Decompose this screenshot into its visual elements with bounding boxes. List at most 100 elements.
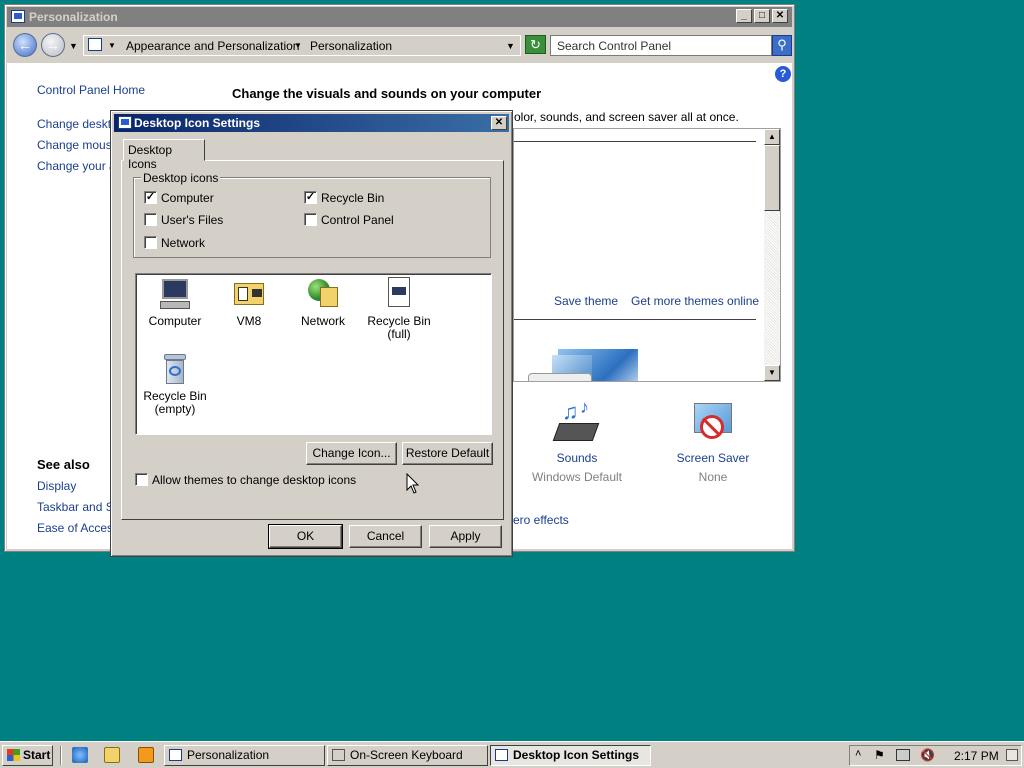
breadcrumb-appearance[interactable]: Appearance and Personalization — [126, 39, 299, 53]
scrollbar[interactable]: ▲ ▼ — [764, 129, 780, 381]
theme-thumbnail[interactable] — [528, 341, 638, 381]
breadcrumb-personalization[interactable]: Personalization — [310, 39, 392, 53]
control-panel-icon — [88, 38, 102, 51]
address-dropdown-icon[interactable]: ▼ — [506, 41, 515, 51]
task-on-screen-keyboard[interactable]: On-Screen Keyboard — [327, 745, 488, 766]
task-link-mouse[interactable]: Change mouse — [37, 138, 118, 152]
see-also-display[interactable]: Display — [37, 479, 76, 493]
sounds-icon: ♫ ♪ — [552, 397, 600, 447]
flag-icon[interactable]: ⚑ — [874, 748, 885, 762]
page-title: Change the visuals and sounds on your co… — [232, 86, 542, 101]
screen-saver-value: None — [698, 470, 728, 484]
get-more-themes-link[interactable]: Get more themes online — [631, 294, 759, 308]
allow-themes-checkbox[interactable] — [135, 473, 148, 486]
sounds-setting[interactable]: ♫ ♪ Sounds Windows Default — [529, 397, 625, 484]
internet-explorer-icon[interactable] — [72, 747, 88, 763]
start-button[interactable]: Start — [2, 745, 53, 766]
desktop-icon-settings-dialog: Desktop Icon Settings ✕ Desktop Icons De… — [110, 110, 513, 557]
icon-label: Network — [300, 314, 345, 328]
recycle-bin-checkbox-label[interactable]: Recycle Bin — [321, 191, 384, 205]
screen-saver-setting[interactable]: Screen Saver None — [665, 401, 761, 484]
control-panel-home-link[interactable]: Control Panel Home — [37, 83, 145, 97]
theme-list[interactable]: Save theme Get more themes online ▲ ▼ — [513, 128, 781, 382]
scroll-thumb[interactable] — [764, 145, 780, 211]
ok-button[interactable]: OK — [268, 524, 343, 549]
minimize-button[interactable]: _ — [736, 9, 752, 23]
forward-button[interactable]: → — [41, 33, 65, 57]
search-icon[interactable]: ⚲ — [772, 35, 792, 56]
breadcrumb[interactable]: ▼ Appearance and Personalization ▼ Perso… — [83, 35, 521, 56]
list-item[interactable]: VM8 — [210, 277, 288, 328]
address-bar: ← → ▼ ▼ Appearance and Personalization ▼… — [7, 29, 792, 61]
apply-button[interactable]: Apply — [429, 525, 502, 548]
users-files-checkbox-label[interactable]: User's Files — [161, 213, 223, 227]
users-files-checkbox[interactable] — [144, 213, 157, 226]
task-label: Desktop Icon Settings — [513, 748, 640, 762]
dialog-titlebar[interactable]: Desktop Icon Settings ✕ — [114, 114, 509, 132]
recycle-bin-empty-icon — [158, 352, 192, 386]
list-item[interactable]: Recycle Bin (full) — [360, 277, 438, 341]
list-item[interactable]: Recycle Bin (empty) — [136, 352, 214, 416]
screen-saver-icon — [690, 401, 736, 447]
icon-sublabel: (empty) — [154, 402, 196, 416]
system-tray: ˄ ⚑ 🔇 2:17 PM — [849, 745, 1022, 766]
maximize-button[interactable]: □ — [754, 9, 770, 23]
list-item[interactable]: Network — [284, 277, 362, 328]
dialog-close-button[interactable]: ✕ — [491, 116, 507, 130]
aero-effects-link[interactable]: ero effects — [513, 513, 569, 527]
taskbar: Start Personalization On-Screen Keyboard… — [0, 741, 1024, 768]
icon-label: VM8 — [236, 314, 262, 328]
restore-default-button[interactable]: Restore Default — [402, 442, 493, 465]
close-button[interactable]: ✕ — [772, 9, 788, 23]
list-item[interactable]: Computer — [136, 277, 214, 328]
desktop-settings-icon — [495, 749, 508, 761]
computer-icon — [158, 277, 192, 311]
window-title: Personalization — [29, 10, 118, 24]
chevron-down-icon[interactable]: ▼ — [108, 41, 116, 50]
desktop-icons-group-label: Desktop icons — [141, 171, 221, 185]
network-checkbox-label[interactable]: Network — [161, 236, 205, 250]
task-label: On-Screen Keyboard — [350, 748, 463, 762]
control-panel-icon — [169, 749, 182, 761]
computer-checkbox[interactable]: ✓ — [144, 191, 157, 204]
task-personalization[interactable]: Personalization — [164, 745, 325, 766]
window-titlebar[interactable]: Personalization _ □ ✕ — [7, 7, 792, 27]
control-panel-checkbox-label[interactable]: Control Panel — [321, 213, 394, 227]
media-player-icon[interactable] — [138, 747, 154, 763]
clock[interactable]: 2:17 PM — [954, 749, 999, 763]
screen-saver-label[interactable]: Screen Saver — [665, 451, 761, 465]
save-theme-link[interactable]: Save theme — [554, 294, 618, 308]
cancel-button[interactable]: Cancel — [349, 525, 422, 548]
tab-desktop-icons[interactable]: Desktop Icons — [123, 139, 205, 171]
folder-icon[interactable] — [104, 747, 120, 763]
refresh-button[interactable]: ↻ — [525, 35, 546, 54]
recycle-bin-checkbox[interactable]: ✓ — [304, 191, 317, 204]
scroll-up-button[interactable]: ▲ — [764, 129, 780, 145]
scroll-down-button[interactable]: ▼ — [764, 365, 780, 381]
start-label: Start — [23, 748, 51, 762]
computer-checkbox-label[interactable]: Computer — [161, 191, 214, 205]
show-desktop-icon[interactable] — [1006, 749, 1018, 761]
icon-sublabel: (full) — [387, 327, 411, 341]
icon-list[interactable]: Computer VM8 Network Recycle Bin (full) … — [135, 273, 492, 435]
recent-pages-chevron-icon[interactable]: ▼ — [69, 41, 78, 51]
help-icon[interactable]: ? — [775, 66, 791, 82]
chevron-down-icon[interactable]: ▼ — [294, 41, 302, 50]
separator — [60, 746, 62, 765]
sounds-value: Windows Default — [531, 470, 623, 484]
search-input[interactable]: Search Control Panel — [550, 35, 772, 56]
dialog-title: Desktop Icon Settings — [134, 116, 261, 130]
control-panel-checkbox[interactable] — [304, 213, 317, 226]
network-checkbox[interactable] — [144, 236, 157, 249]
theme-preview-frame — [528, 373, 592, 381]
chevron-up-icon[interactable]: ˄ — [855, 748, 861, 760]
back-button[interactable]: ← — [13, 33, 37, 57]
see-also-ease-of-access[interactable]: Ease of Access — [37, 521, 119, 535]
volume-muted-icon[interactable]: 🔇 — [920, 748, 935, 762]
task-desktop-icon-settings[interactable]: Desktop Icon Settings — [490, 745, 651, 766]
allow-themes-checkbox-label[interactable]: Allow themes to change desktop icons — [152, 473, 356, 487]
sounds-label[interactable]: Sounds — [529, 451, 625, 465]
network-tray-icon[interactable] — [896, 749, 910, 761]
divider — [514, 319, 756, 320]
change-icon-button[interactable]: Change Icon... — [306, 442, 397, 465]
